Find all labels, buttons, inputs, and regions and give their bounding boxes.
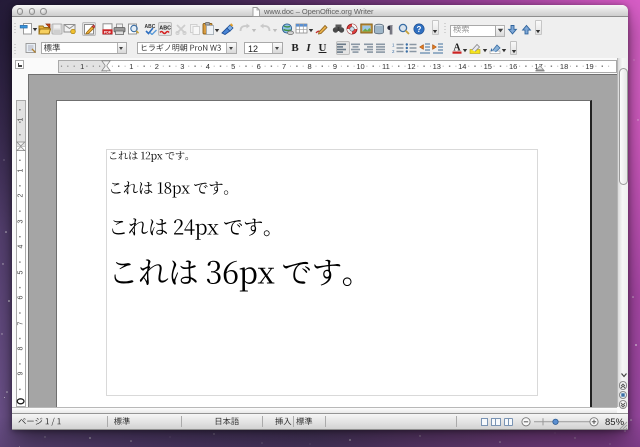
svg-text:1: 1	[392, 43, 395, 48]
svg-text:2: 2	[392, 49, 395, 54]
svg-text:?: ?	[417, 25, 422, 34]
svg-text:¶: ¶	[387, 22, 393, 35]
svg-text:ABC: ABC	[145, 24, 156, 30]
svg-text:ABC: ABC	[159, 25, 171, 31]
svg-text:PDF: PDF	[103, 30, 111, 34]
